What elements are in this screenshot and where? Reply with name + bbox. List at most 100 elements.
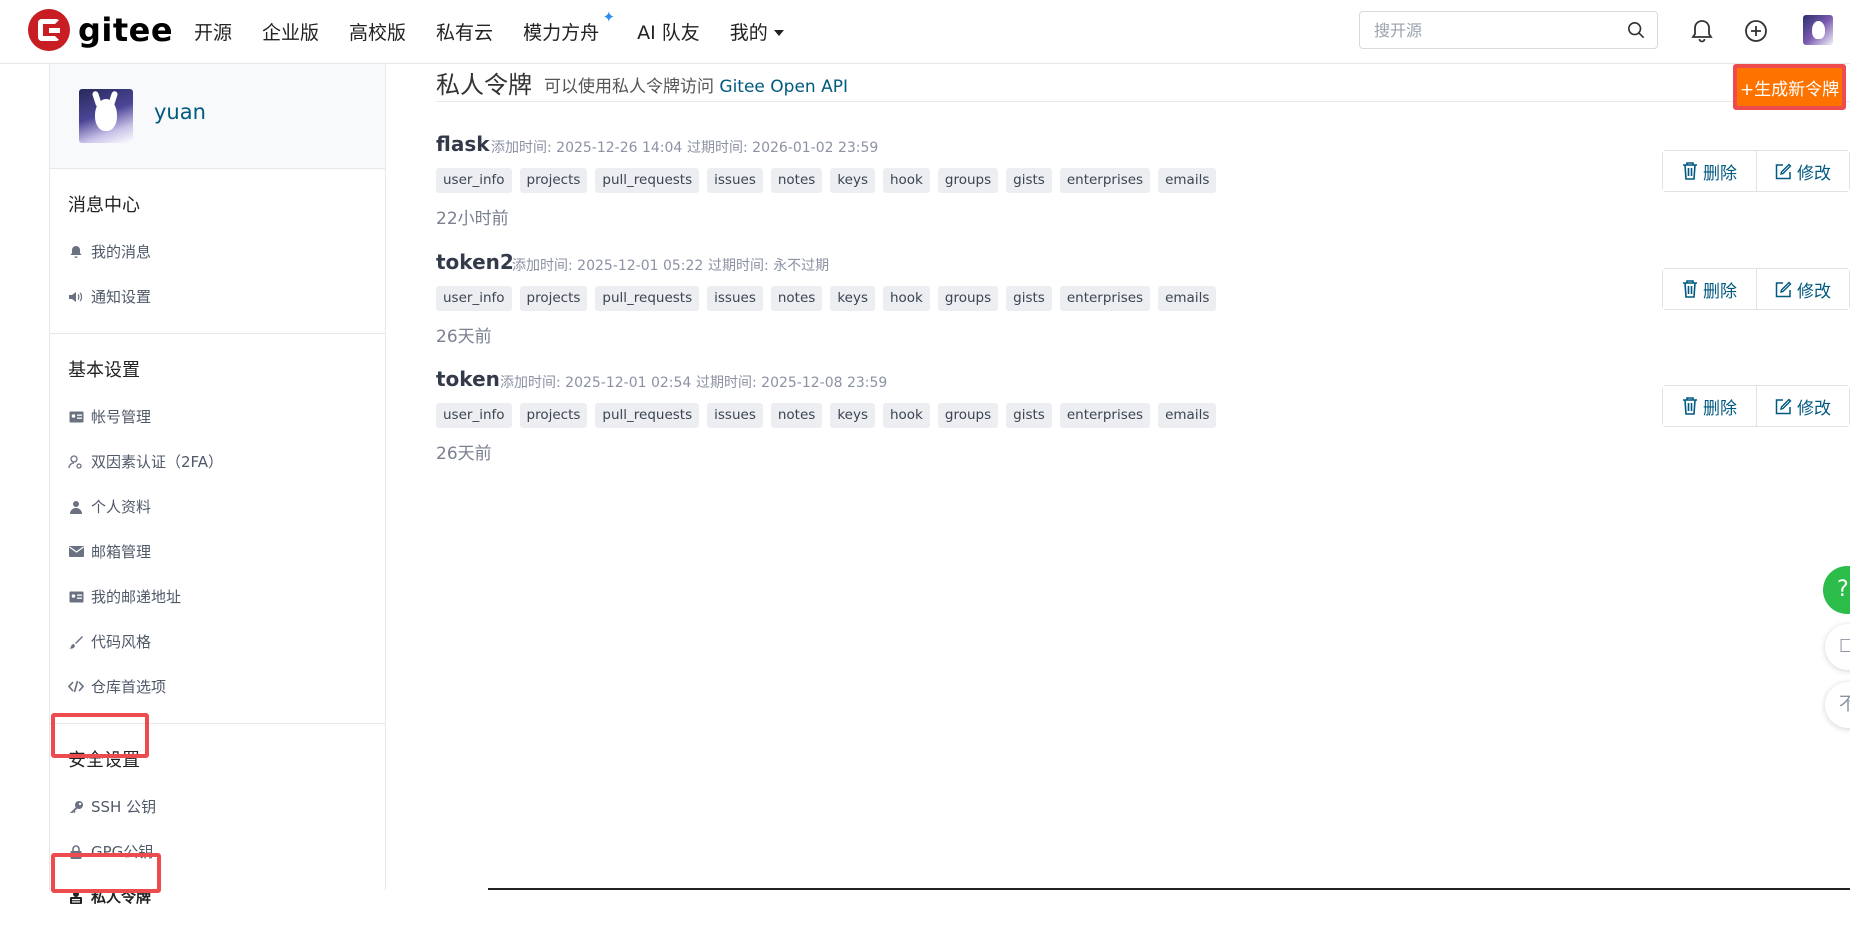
scope-tag: notes (770, 168, 823, 193)
avatar[interactable] (79, 89, 133, 143)
sidebar-item-label: 我的邮递地址 (91, 588, 182, 606)
token-added-value: 2025-12-26 14:04 (556, 140, 683, 156)
token-added: 添加时间: 2025-12-01 02:54 (500, 372, 691, 392)
sidebar-item-label: 私人令牌 (91, 888, 152, 906)
delete-label: 删除 (1703, 281, 1737, 302)
delete-label: 删除 (1703, 398, 1737, 419)
token-added: 添加时间: 2025-12-26 14:04 (491, 137, 682, 157)
sidebar-item-label: 通知设置 (91, 288, 152, 306)
sidebar-item-address[interactable]: 我的邮递地址 (50, 574, 385, 619)
scope-tag: groups (937, 286, 999, 311)
sidebar-item-account[interactable]: 帐号管理 (50, 394, 385, 439)
nav-moli-label: 模力方舟 (523, 21, 600, 44)
id-card-icon (68, 409, 84, 425)
token-scopes: user_info projects pull_requests issues … (436, 286, 1224, 311)
token-actions: 删除 修改 (1662, 268, 1850, 310)
section-basic-settings: 基本设置 帐号管理 双因素认证（2FA） 个人资料 邮箱管理 我的邮递地址 代码… (50, 334, 385, 724)
nav-moli-fangzhou[interactable]: 模力方舟 ✦ (523, 8, 615, 45)
edit-label: 修改 (1797, 398, 1831, 419)
nav-enterprise[interactable]: 企业版 (262, 18, 319, 45)
sidebar-item-private-tokens[interactable]: 私人令牌 (50, 874, 385, 919)
page-subtitle-text: 可以使用私人令牌访问 (544, 77, 714, 97)
user-avatar-menu[interactable] (1803, 15, 1833, 45)
sidebar-item-profile[interactable]: 个人资料 (50, 484, 385, 529)
sidebar-item-gpg-keys[interactable]: GPG公钥 (50, 829, 385, 874)
token-added: 添加时间: 2025-12-01 05:22 (512, 255, 703, 275)
edit-button[interactable]: 修改 (1756, 269, 1849, 309)
search-input[interactable] (1360, 12, 1600, 48)
delete-button[interactable]: 删除 (1663, 269, 1756, 309)
token-expires: 过期时间: 永不过期 (708, 255, 829, 275)
gitee-logo[interactable]: gitee (28, 9, 173, 51)
logo-text: gitee (78, 11, 174, 49)
section-messages: 消息中心 我的消息 通知设置 (50, 169, 385, 334)
token-actions: 删除 修改 (1662, 150, 1850, 192)
search-icon[interactable] (1627, 21, 1645, 39)
scope-tag: pull_requests (595, 286, 700, 311)
sidebar-item-label: 仓库首选项 (91, 678, 167, 696)
token-row: token2 添加时间: 2025-12-01 05:22 过期时间: 永不过期… (436, 250, 1850, 360)
token-name: token2 (436, 250, 514, 274)
edit-icon (1775, 163, 1792, 179)
scope-tag: keys (830, 168, 875, 193)
token-added-label: 添加时间: (500, 375, 561, 391)
scope-tag: emails (1158, 168, 1217, 193)
sidebar-item-repo-preferences[interactable]: 仓库首选项 (50, 664, 385, 709)
generate-token-button[interactable]: +生成新令牌 (1733, 64, 1846, 110)
main-content: 私人令牌 可以使用私人令牌访问 Gitee Open API +生成新令牌 fl… (436, 64, 1850, 890)
nav-private-cloud[interactable]: 私有云 (436, 18, 493, 45)
settings-sidebar: yuan 消息中心 我的消息 通知设置 基本设置 帐号管理 双因素认证（2FA）… (49, 64, 386, 906)
mail-icon (68, 544, 84, 560)
nav-education[interactable]: 高校版 (349, 18, 406, 45)
token-scopes: user_info projects pull_requests issues … (436, 168, 1224, 193)
scope-tag: enterprises (1059, 403, 1151, 428)
sidebar-item-label: GPG公钥 (91, 843, 154, 861)
sidebar-item-label: 邮箱管理 (91, 543, 152, 561)
token-expires: 过期时间: 2026-01-02 23:59 (687, 137, 878, 157)
bell-icon[interactable] (1688, 17, 1716, 45)
sidebar-item-my-messages[interactable]: 我的消息 (50, 229, 385, 274)
delete-button[interactable]: 删除 (1663, 386, 1756, 426)
speaker-icon (68, 289, 84, 305)
nav-mine-dropdown[interactable]: 我的 (730, 18, 784, 45)
scope-tag: projects (519, 403, 588, 428)
scope-tag: enterprises (1059, 168, 1151, 193)
nav-open-source[interactable]: 开源 (194, 18, 232, 45)
sidebar-item-ssh-keys[interactable]: SSH 公钥 (50, 784, 385, 829)
token-relative-time: 22小时前 (436, 209, 509, 229)
sidebar-item-code-style[interactable]: 代码风格 (50, 619, 385, 664)
sparkle-icon: ✦ (602, 7, 616, 26)
sidebar-item-email[interactable]: 邮箱管理 (50, 529, 385, 574)
page-subtitle: 可以使用私人令牌访问 Gitee Open API (544, 72, 848, 97)
token-scopes: user_info projects pull_requests issues … (436, 403, 1224, 428)
gitee-logo-icon (28, 9, 70, 51)
section-title-basic: 基本设置 (68, 360, 140, 381)
delete-button[interactable]: 删除 (1663, 151, 1756, 191)
trash-icon (1683, 280, 1697, 298)
scope-tag: pull_requests (595, 403, 700, 428)
token-expires-label: 过期时间: (696, 375, 757, 391)
trash-icon (1683, 397, 1697, 415)
edit-icon (1775, 281, 1792, 297)
sidebar-item-2fa[interactable]: 双因素认证（2FA） (50, 439, 385, 484)
sidebar-item-notification-settings[interactable]: 通知设置 (50, 274, 385, 319)
scope-tag: user_info (436, 286, 512, 311)
section-security-settings: 安全设置 SSH 公钥 GPG公钥 私人令牌 (50, 724, 385, 933)
scope-tag: enterprises (1059, 286, 1151, 311)
edit-button[interactable]: 修改 (1756, 386, 1849, 426)
top-navbar: gitee 开源 企业版 高校版 私有云 模力方舟 ✦ AI 队友 我的 (0, 0, 1850, 64)
edit-label: 修改 (1797, 163, 1831, 184)
plus-circle-icon[interactable] (1742, 17, 1770, 45)
address-card-icon (68, 589, 84, 605)
username-link[interactable]: yuan (154, 100, 206, 124)
scope-tag: issues (707, 403, 763, 428)
page-title: 私人令牌 (436, 71, 532, 99)
sidebar-item-label: 帐号管理 (91, 408, 152, 426)
scope-tag: keys (830, 286, 875, 311)
gitee-open-api-link[interactable]: Gitee Open API (719, 77, 848, 97)
scope-tag: gists (1006, 286, 1052, 311)
token-name: flask (436, 132, 490, 156)
edit-button[interactable]: 修改 (1756, 151, 1849, 191)
trash-icon (1683, 162, 1697, 180)
nav-ai-teammate[interactable]: AI 队友 (637, 18, 700, 45)
